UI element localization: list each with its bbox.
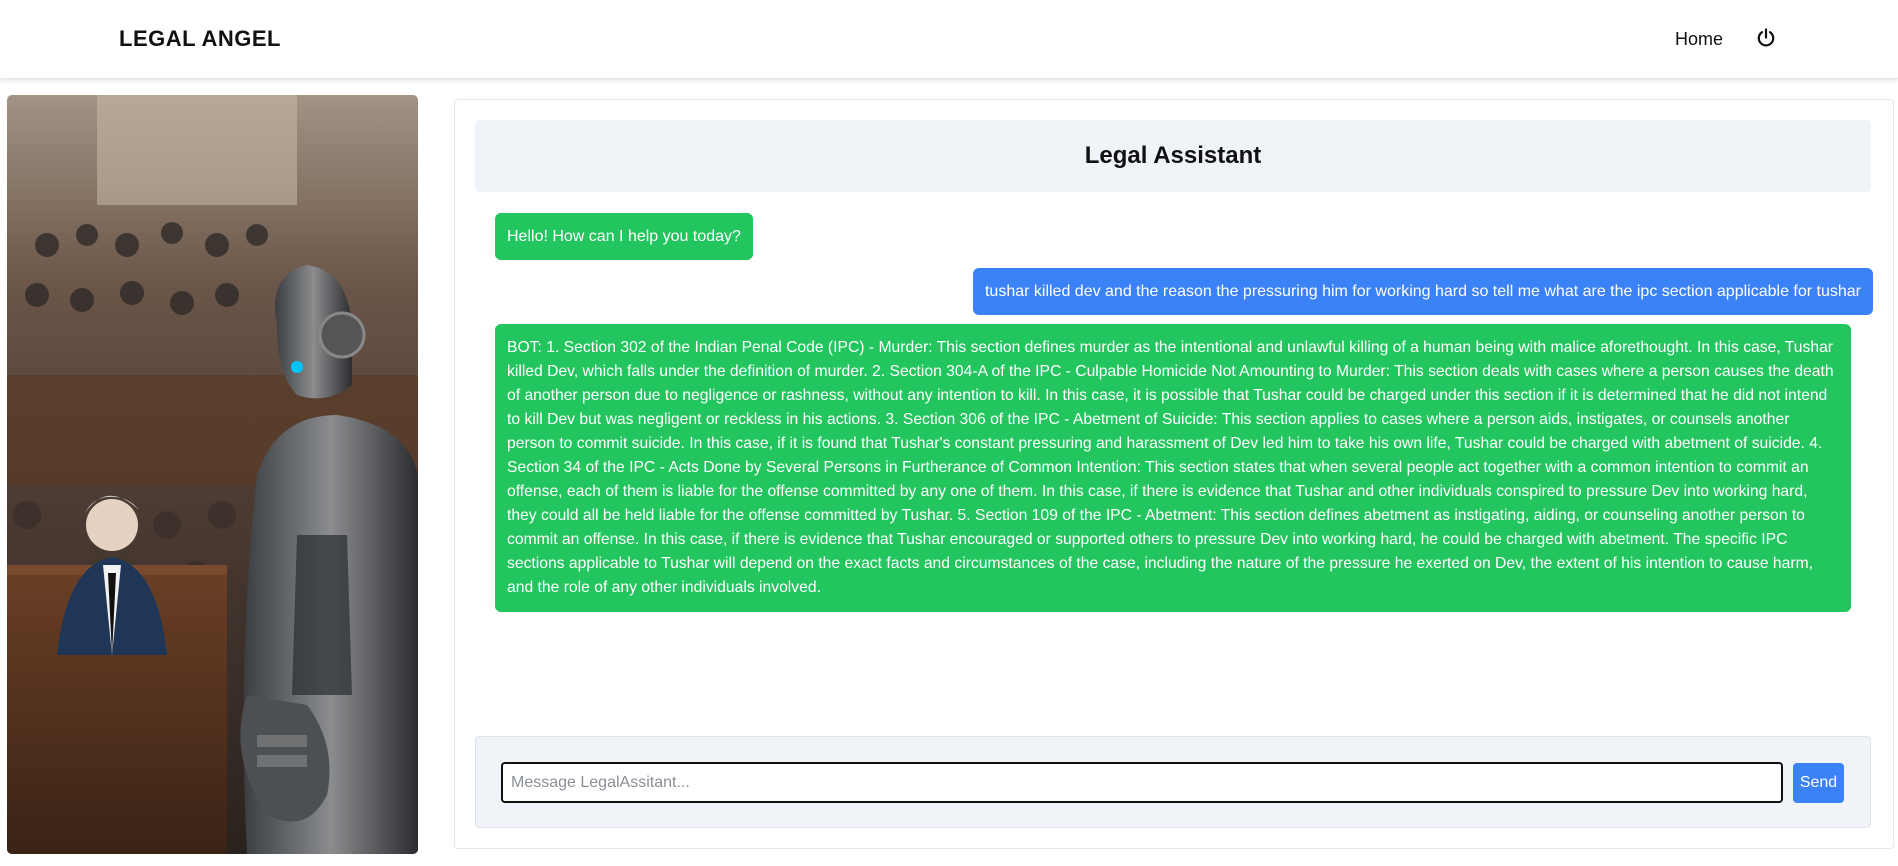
top-navbar: LEGAL ANGEL Home [0,0,1898,79]
chat-header: Legal Assistant [475,120,1871,192]
bot-message: BOT: 1. Section 302 of the Indian Penal … [495,324,1851,612]
nav-home-link[interactable]: Home [1675,29,1723,50]
courtroom-robot-illustration [7,95,418,854]
message-input[interactable] [501,762,1783,803]
bot-message: Hello! How can I help you today? [495,213,753,260]
brand-logo[interactable]: LEGAL ANGEL [119,26,281,52]
chat-title: Legal Assistant [1084,142,1262,169]
power-icon[interactable] [1755,27,1777,49]
send-button[interactable]: Send [1793,763,1844,803]
chat-panel: Legal Assistant Hello! How can I help yo… [454,99,1894,849]
message-composer: Send [475,736,1871,828]
user-message: tushar killed dev and the reason the pre… [972,268,1873,315]
